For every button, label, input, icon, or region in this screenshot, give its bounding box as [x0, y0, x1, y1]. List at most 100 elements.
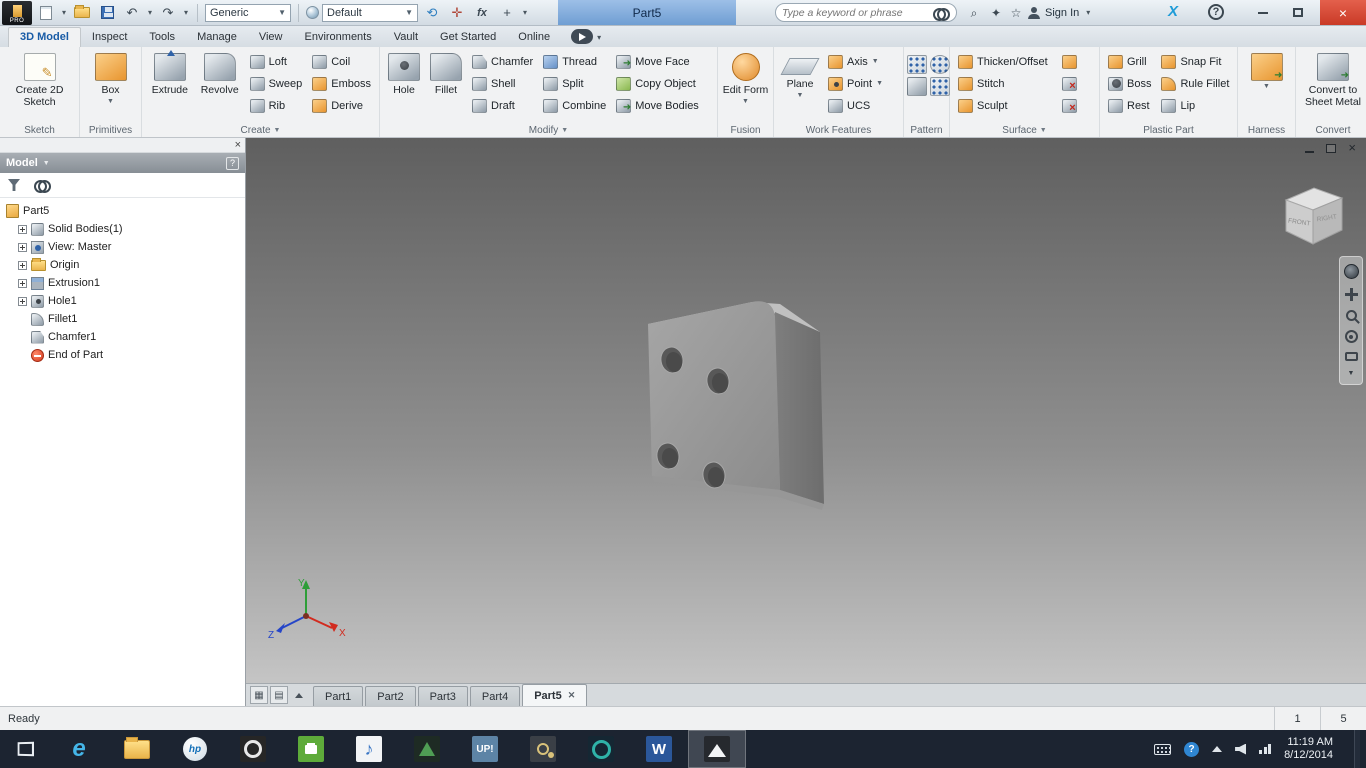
tree-item-extrusion1[interactable]: Extrusion1 [6, 274, 245, 292]
volume-icon[interactable] [1235, 744, 1246, 755]
box-button[interactable]: Box ▼ [86, 51, 136, 105]
tree-item-chamfer1[interactable]: Chamfer1 [6, 328, 245, 346]
ribbon-options-caret[interactable]: ▾ [597, 33, 601, 42]
tree-item-part[interactable]: Part5 [6, 202, 245, 220]
move-face-button[interactable]: Move Face [611, 51, 704, 73]
hole-button[interactable]: Hole [383, 51, 425, 96]
start-button[interactable] [0, 730, 50, 768]
doc-tab-part4[interactable]: Part4 [470, 686, 520, 706]
graphics-viewport[interactable]: × FRONT RIGHT ▼ [246, 138, 1366, 706]
stitch-button[interactable]: Stitch [953, 73, 1053, 95]
navbar-more-caret[interactable]: ▼ [1348, 370, 1355, 377]
create-2d-sketch-button[interactable]: ✎ Create 2D Sketch [8, 51, 72, 108]
chamfer-button[interactable]: Chamfer [467, 51, 538, 73]
taskbar-item-tree-app[interactable] [398, 730, 456, 768]
pan-icon[interactable] [1345, 288, 1358, 301]
taskbar-item-up-app[interactable]: UP! [456, 730, 514, 768]
sketch-driven-pattern-icon[interactable] [930, 77, 950, 96]
expand-icon[interactable] [18, 261, 27, 270]
emboss-button[interactable]: Emboss [307, 73, 376, 95]
autodesk-exchange-icon[interactable]: X [1168, 3, 1178, 20]
group-label-create[interactable]: Create▼ [142, 125, 379, 136]
sweep-button[interactable]: Sweep [245, 73, 308, 95]
tab-view[interactable]: View [248, 28, 294, 47]
save-button[interactable] [96, 3, 118, 23]
convert-to-sheet-metal-button[interactable]: Convert to Sheet Metal [1299, 51, 1366, 108]
boundary-patch-button[interactable] [1057, 51, 1082, 73]
thicken-offset-button[interactable]: Thicken/Offset [953, 51, 1053, 73]
filter-icon[interactable] [8, 179, 20, 191]
taskbar-item-camera[interactable] [224, 730, 282, 768]
expand-icon[interactable] [18, 297, 27, 306]
measure-button[interactable]: ✛ [446, 3, 468, 23]
combine-button[interactable]: Combine [538, 95, 611, 117]
doc-minimize-icon[interactable] [1305, 151, 1314, 153]
material-select[interactable]: Generic ▼ [205, 4, 291, 22]
group-label-surface[interactable]: Surface▼ [950, 125, 1099, 136]
tab-vault[interactable]: Vault [383, 28, 429, 47]
tree-item-fillet1[interactable]: Fillet1 [6, 310, 245, 328]
coil-button[interactable]: Coil [307, 51, 376, 73]
harness-button[interactable]: ▼ [1247, 51, 1287, 90]
tab-environments[interactable]: Environments [293, 28, 382, 47]
tab-get-started[interactable]: Get Started [429, 28, 507, 47]
view-cube[interactable]: FRONT RIGHT [1274, 174, 1352, 252]
taskbar-item-word[interactable]: W [630, 730, 688, 768]
rule-fillet-button[interactable]: Rule Fillet [1156, 73, 1234, 95]
taskbar-item-music[interactable]: ♪ [340, 730, 398, 768]
tree-item-end-of-part[interactable]: End of Part [6, 346, 245, 364]
fillet-button[interactable]: Fillet [425, 51, 467, 96]
loft-button[interactable]: Loft [245, 51, 308, 73]
shell-button[interactable]: Shell [467, 73, 538, 95]
doc-tab-part3[interactable]: Part3 [418, 686, 468, 706]
thread-button[interactable]: Thread [538, 51, 611, 73]
inventor-app-logo[interactable]: PRO [2, 1, 32, 25]
update-button[interactable]: ⟲ [421, 3, 443, 23]
tree-item-solid-bodies[interactable]: Solid Bodies(1) [6, 220, 245, 238]
orbit-icon[interactable] [1345, 330, 1358, 343]
edit-form-button[interactable]: Edit Form ▼ [723, 51, 769, 105]
browser-help-icon[interactable]: ? [226, 157, 239, 170]
steering-wheel-icon[interactable] [1344, 264, 1359, 279]
doc-tab-part5[interactable]: Part5✕ [522, 684, 587, 706]
undo-button[interactable]: ↶ [121, 3, 143, 23]
boss-button[interactable]: Boss [1103, 73, 1156, 95]
tab-close-icon[interactable]: ✕ [568, 690, 576, 701]
move-bodies-button[interactable]: Move Bodies [611, 95, 704, 117]
search-options-icon[interactable]: ⌕ [964, 6, 984, 21]
tree-item-hole1[interactable]: Hole1 [6, 292, 245, 310]
ucs-button[interactable]: UCS [823, 95, 888, 117]
taskbar-item-internet-explorer[interactable]: e [50, 730, 108, 768]
show-hidden-icons-chevron[interactable] [1212, 746, 1222, 752]
tab-tools[interactable]: Tools [138, 28, 186, 47]
undo-caret[interactable]: ▾ [146, 8, 154, 17]
cascade-layout-icon[interactable]: ▤ [270, 686, 288, 704]
tab-manage[interactable]: Manage [186, 28, 248, 47]
sculpt-button[interactable]: Sculpt [953, 95, 1053, 117]
mirror-icon[interactable] [907, 77, 927, 96]
doc-restore-icon[interactable] [1326, 144, 1336, 153]
appearance-sphere-icon[interactable] [306, 6, 319, 19]
look-at-icon[interactable] [1345, 352, 1358, 361]
taskbar-item-file-explorer[interactable] [108, 730, 166, 768]
doc-close-icon[interactable]: × [1348, 143, 1356, 153]
snap-fit-button[interactable]: Snap Fit [1156, 51, 1234, 73]
taskbar-item-inventor-active[interactable] [688, 730, 746, 768]
rectangular-pattern-icon[interactable] [907, 55, 927, 74]
quick-access-overflow-caret[interactable]: ▾ [521, 8, 529, 17]
show-desktop-strip[interactable] [1354, 730, 1360, 768]
parameters-fx-button[interactable]: fx [471, 3, 493, 23]
browser-header[interactable]: Model ▼ ? [0, 153, 245, 173]
open-button[interactable] [71, 3, 93, 23]
circular-pattern-icon[interactable] [930, 55, 950, 74]
tray-help-icon[interactable]: ? [1184, 742, 1199, 757]
split-button[interactable]: Split [538, 73, 611, 95]
redo-button[interactable]: ↷ [157, 3, 179, 23]
favorites-star-icon[interactable]: ☆ [1006, 6, 1026, 20]
grill-button[interactable]: Grill [1103, 51, 1156, 73]
expand-icon[interactable] [18, 279, 27, 288]
zoom-icon[interactable] [1346, 310, 1357, 321]
doc-tab-part1[interactable]: Part1 [313, 686, 363, 706]
community-icon[interactable]: ✦ [986, 6, 1006, 20]
tab-3d-model[interactable]: 3D Model [8, 27, 81, 47]
